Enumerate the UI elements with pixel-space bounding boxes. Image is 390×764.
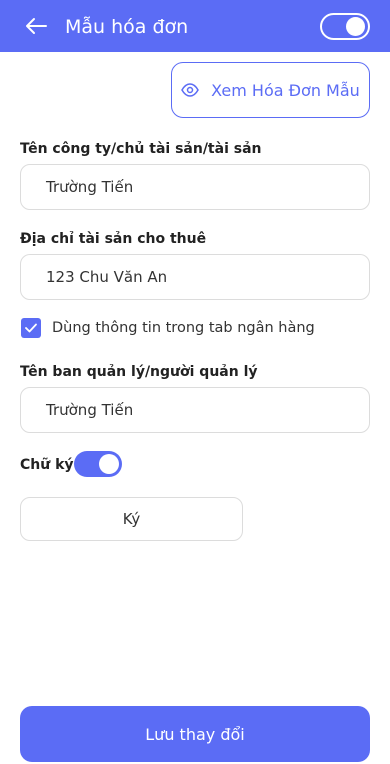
arrow-left-icon bbox=[26, 18, 47, 34]
manager-field[interactable]: Trường Tiến bbox=[20, 387, 370, 433]
address-label: Địa chỉ tài sản cho thuê bbox=[20, 231, 207, 247]
check-icon bbox=[25, 323, 37, 333]
manager-label: Tên ban quản lý/người quản lý bbox=[20, 364, 258, 380]
save-changes-button[interactable]: Lưu thay đổi bbox=[20, 706, 370, 762]
preview-invoice-button[interactable]: Xem Hóa Đơn Mẫu bbox=[171, 62, 370, 118]
use-bank-info-checkbox[interactable] bbox=[21, 318, 41, 338]
page-title: Mẫu hóa đơn bbox=[65, 16, 189, 38]
eye-icon bbox=[181, 83, 200, 97]
toggle-knob bbox=[346, 17, 365, 36]
preview-invoice-label: Xem Hóa Đơn Mẫu bbox=[211, 80, 360, 100]
signature-toggle[interactable] bbox=[74, 451, 122, 477]
header-toggle[interactable] bbox=[320, 13, 370, 40]
toggle-knob bbox=[99, 454, 119, 474]
signature-label: Chữ ký bbox=[20, 457, 74, 473]
app-header: Mẫu hóa đơn bbox=[0, 0, 390, 52]
address-field[interactable]: 123 Chu Văn An bbox=[20, 254, 370, 300]
company-label: Tên công ty/chủ tài sản/tài sản bbox=[20, 141, 262, 157]
back-button[interactable] bbox=[22, 13, 50, 39]
sign-button[interactable]: Ký bbox=[20, 497, 243, 541]
company-field[interactable]: Trường Tiến bbox=[20, 164, 370, 210]
use-bank-info-label[interactable]: Dùng thông tin trong tab ngân hàng bbox=[52, 318, 315, 338]
